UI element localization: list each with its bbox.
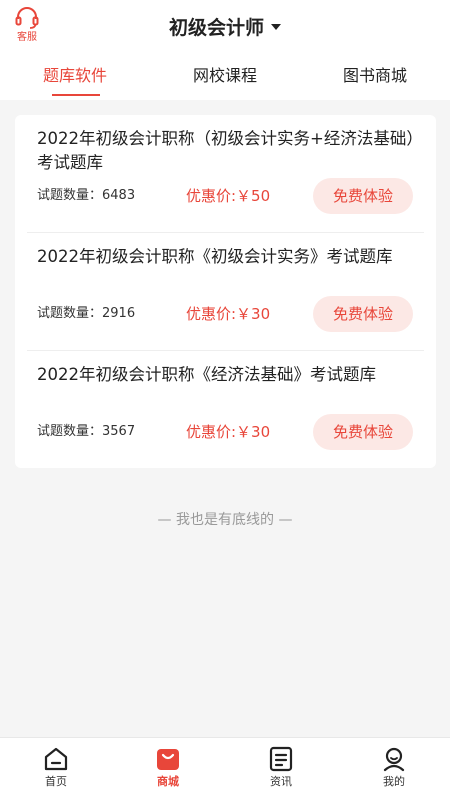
question-count: 试题数量：6483 xyxy=(37,188,136,203)
end-of-list-text: — 我也是有底线的 — xyxy=(157,512,293,528)
header: 客服 初级会计师 题库软件 网校课程 图书商城 xyxy=(0,0,450,100)
product-list: 2022年初级会计职称（初级会计实务+经济法基础）考试题库 试题数量：6483 … xyxy=(15,115,436,468)
nav-mall[interactable]: 商城 xyxy=(112,738,224,801)
tab-book-store[interactable]: 图书商城 xyxy=(300,62,450,100)
page-title: 初级会计师 xyxy=(168,16,264,39)
discount-price: 优惠价:￥30 xyxy=(186,305,271,323)
nav-label: 商城 xyxy=(157,775,179,788)
free-trial-button[interactable]: 免费体验 xyxy=(313,296,413,332)
tab-label: 网校课程 xyxy=(192,66,257,85)
user-icon xyxy=(383,747,405,772)
nav-label: 我的 xyxy=(383,775,405,788)
nav-news[interactable]: 资讯 xyxy=(225,738,337,801)
item-title: 2022年初级会计职称《初级会计实务》考试题库 xyxy=(37,247,393,266)
caret-down-icon xyxy=(271,24,281,30)
home-icon xyxy=(44,747,68,771)
discount-price: 优惠价:￥30 xyxy=(186,423,271,441)
tab-label: 题库软件 xyxy=(42,66,107,85)
news-icon xyxy=(269,746,293,772)
question-count: 试题数量：2916 xyxy=(37,306,136,321)
active-tab-indicator xyxy=(52,94,100,96)
exam-selector[interactable]: 初级会计师 xyxy=(0,12,450,40)
nav-mine[interactable]: 我的 xyxy=(338,738,450,801)
discount-price: 优惠价:￥50 xyxy=(186,187,271,205)
list-item[interactable]: 2022年初级会计职称《初级会计实务》考试题库 试题数量：2916 优惠价:￥3… xyxy=(15,233,436,351)
free-trial-button[interactable]: 免费体验 xyxy=(313,414,413,450)
nav-label: 资讯 xyxy=(270,775,292,788)
item-title: 2022年初级会计职称《经济法基础》考试题库 xyxy=(37,365,376,384)
question-count: 试题数量：3567 xyxy=(37,424,136,439)
nav-label: 首页 xyxy=(45,775,67,788)
list-item[interactable]: 2022年初级会计职称（初级会计实务+经济法基础）考试题库 试题数量：6483 … xyxy=(15,115,436,233)
shopping-bag-icon xyxy=(157,749,179,770)
free-trial-button[interactable]: 免费体验 xyxy=(313,178,413,214)
tab-online-courses[interactable]: 网校课程 xyxy=(150,62,300,100)
nav-home[interactable]: 首页 xyxy=(0,738,112,801)
bottom-nav: 首页 商城 资讯 我的 xyxy=(0,737,450,801)
tab-bar: 题库软件 网校课程 图书商城 xyxy=(0,62,450,100)
item-title: 2022年初级会计职称（初级会计实务+经济法基础）考试题库 xyxy=(37,129,415,172)
list-item[interactable]: 2022年初级会计职称《经济法基础》考试题库 试题数量：3567 优惠价:￥30… xyxy=(15,351,436,469)
tab-label: 图书商城 xyxy=(342,66,407,85)
